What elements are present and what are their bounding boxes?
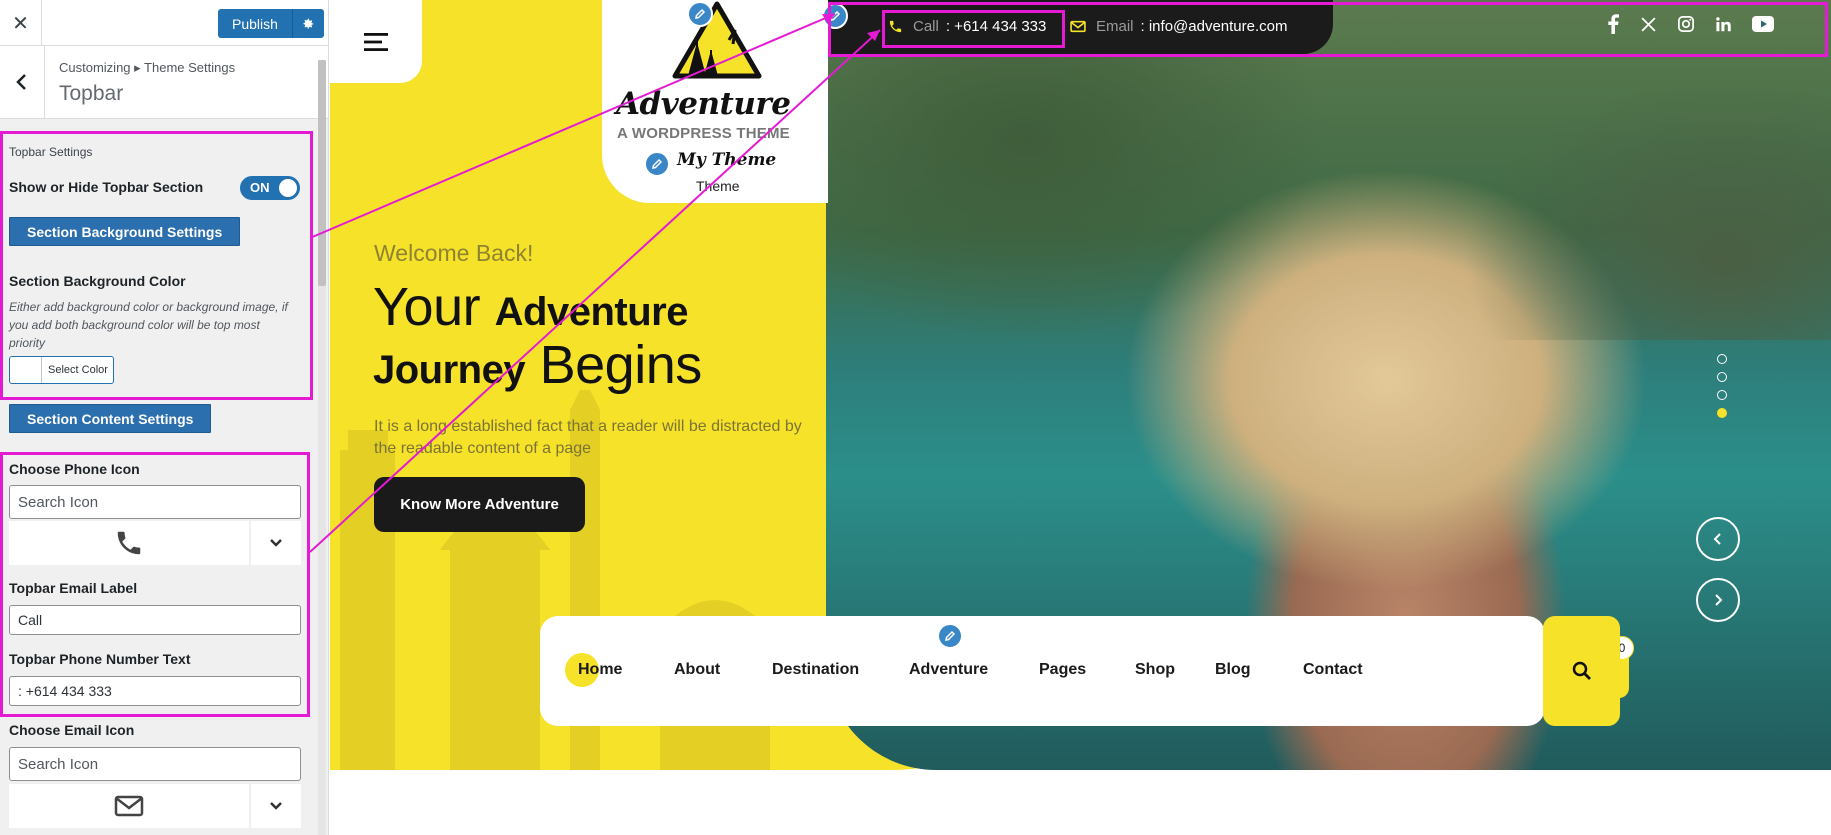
screen: ✕ Publish Customizing ▸ Theme Settings T… — [0, 0, 1831, 835]
main-navigation: Home About Destination Adventure Pages S… — [540, 616, 1634, 726]
phone-icon-search-input[interactable]: Search Icon — [9, 485, 301, 519]
close-icon[interactable]: ✕ — [0, 0, 42, 46]
nav-destination[interactable]: Destination — [772, 661, 859, 679]
edit-shortcut-title-pencil-icon[interactable] — [644, 151, 670, 177]
gear-icon[interactable] — [291, 9, 324, 38]
email-label-field-label: Topbar Email Label — [9, 580, 138, 596]
menu-toggle[interactable] — [330, 0, 422, 83]
nav-adventure[interactable]: Adventure — [909, 661, 988, 679]
hero-photo-cliffs — [826, 40, 1831, 340]
slider-dot-1[interactable] — [1717, 354, 1727, 364]
slider-dot-4[interactable] — [1717, 408, 1727, 418]
toggle-state-text: ON — [250, 180, 270, 195]
edit-shortcut-logo-pencil-icon[interactable] — [687, 1, 713, 27]
publish-button[interactable]: Publish — [218, 9, 292, 38]
panel-title: Topbar — [59, 82, 124, 105]
phone-icon-picker[interactable] — [9, 521, 301, 565]
hero-welcome: Welcome Back! — [374, 240, 534, 266]
show-hide-topbar-label: Show or Hide Topbar Section — [9, 179, 204, 195]
slider-dot-2[interactable] — [1717, 372, 1727, 382]
hero-headline-bold-1: Adventure — [494, 290, 689, 334]
topbar-settings-heading: Topbar Settings — [9, 145, 93, 159]
slider-next-button[interactable] — [1696, 578, 1740, 622]
search-button[interactable] — [1543, 616, 1620, 726]
section-content-settings-button[interactable]: Section Content Settings — [9, 404, 212, 433]
hero-headline-line2: Journey Begins — [373, 334, 702, 396]
email-icon-picker[interactable] — [9, 784, 301, 828]
bg-color-description: Either add background color or backgroun… — [9, 300, 288, 350]
section-background-settings-button[interactable]: Section Background Settings — [9, 217, 241, 246]
phone-icon[interactable] — [9, 521, 249, 565]
hero-headline-bold-2: Journey — [373, 348, 526, 392]
breadcrumb: Customizing ▸ Theme Settings — [59, 60, 236, 75]
envelope-icon[interactable] — [9, 784, 249, 828]
publish-group: Publish — [218, 9, 324, 38]
slider-prev-button[interactable] — [1696, 517, 1740, 561]
section-title-area: Customizing ▸ Theme Settings Topbar — [0, 46, 328, 119]
site-preview: Call : +614 434 333 Email : info@adventu… — [330, 0, 1831, 835]
customizer-header: ✕ Publish — [0, 0, 328, 46]
site-title[interactable]: My Theme — [677, 150, 776, 170]
hamburger-icon — [364, 32, 388, 51]
nav-contact[interactable]: Contact — [1303, 661, 1363, 679]
chevron-down-icon[interactable] — [251, 784, 301, 828]
search-icon — [1572, 661, 1591, 680]
nav-pages[interactable]: Pages — [1039, 661, 1086, 679]
toggle-knob — [279, 179, 297, 197]
select-color-button[interactable]: Select Color — [9, 356, 114, 384]
logo-subtitle: A WORDPRESS THEME — [617, 125, 790, 142]
mountain-logo-icon — [672, 1, 762, 79]
edit-shortcut-menu-pencil-icon[interactable] — [937, 623, 963, 649]
phone-icon-label: Choose Phone Icon — [9, 461, 140, 477]
bg-color-label: Section Background Color — [9, 273, 186, 289]
nav-home[interactable]: Home — [578, 661, 622, 679]
email-label-input[interactable]: Call — [9, 605, 301, 635]
chevron-down-icon[interactable] — [251, 521, 301, 565]
email-icon-label: Choose Email Icon — [9, 722, 135, 738]
site-description: Theme — [696, 178, 740, 194]
site-logo[interactable]: Adventure A WORDPRESS THEME My Theme The… — [602, 0, 828, 203]
topbar-toggle[interactable]: ON — [240, 176, 300, 200]
nav-shop[interactable]: Shop — [1135, 661, 1175, 679]
scrollbar-thumb[interactable] — [318, 60, 326, 286]
phone-text-label: Topbar Phone Number Text — [9, 651, 191, 667]
hero-headline-light-1: Your — [373, 277, 495, 337]
back-arrow-icon[interactable] — [0, 46, 45, 118]
color-swatch — [10, 357, 42, 383]
customizer-panel: ✕ Publish Customizing ▸ Theme Settings T… — [0, 0, 329, 835]
hero-description: It is a long established fact that a rea… — [374, 418, 802, 457]
slider-dot-3[interactable] — [1717, 390, 1727, 400]
logo-title: Adventure — [616, 86, 791, 122]
email-icon-search-input[interactable]: Search Icon — [9, 747, 301, 781]
chevron-right-icon — [1715, 594, 1723, 606]
highlight-box-call — [882, 10, 1065, 48]
hero-headline-line1: Your Adventure — [373, 276, 688, 338]
hero-headline-light-2: Begins — [525, 335, 703, 395]
chevron-left-icon — [1713, 533, 1721, 545]
nav-about[interactable]: About — [674, 661, 720, 679]
select-color-label: Select Color — [48, 364, 108, 376]
know-more-button[interactable]: Know More Adventure — [374, 477, 585, 532]
phone-text-input[interactable]: : +614 434 333 — [9, 676, 301, 706]
nav-blog[interactable]: Blog — [1215, 661, 1251, 679]
